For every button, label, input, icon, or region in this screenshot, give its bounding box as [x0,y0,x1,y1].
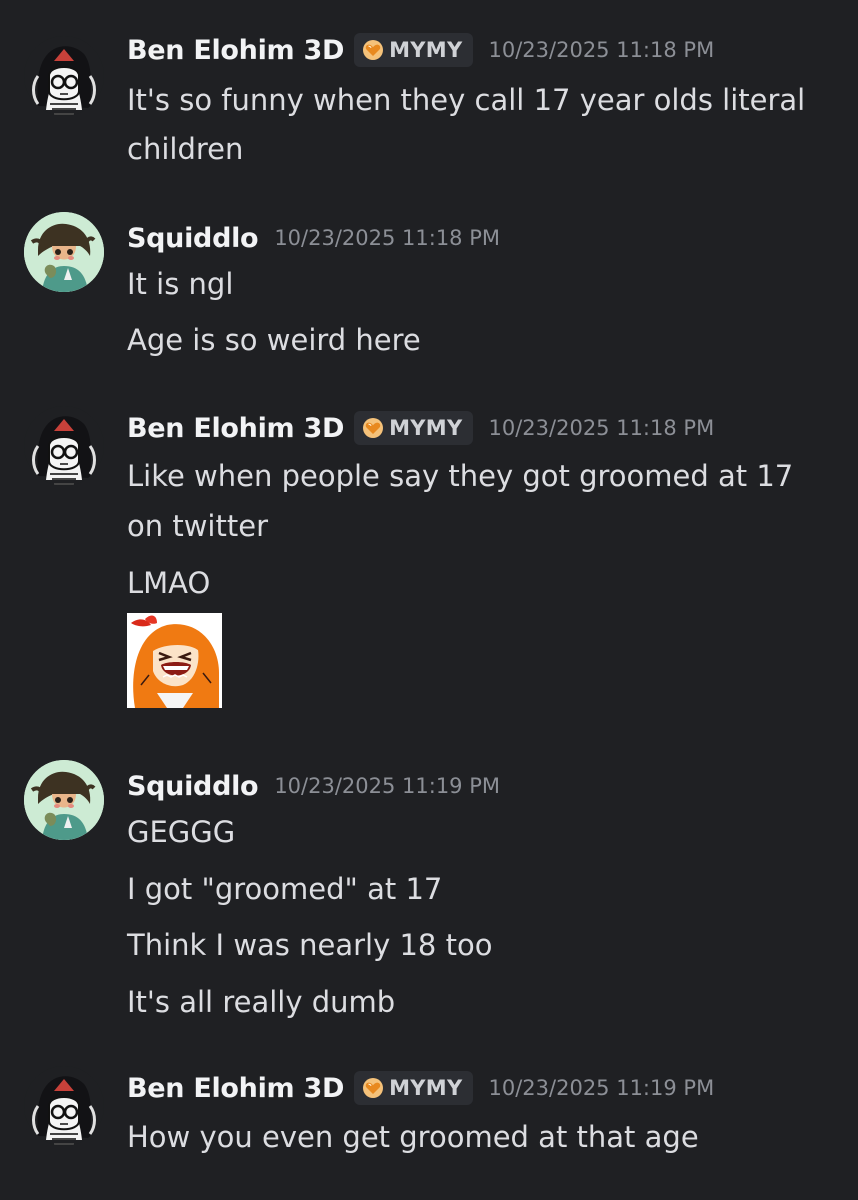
user-avatar[interactable] [24,1066,104,1146]
message-header: Ben Elohim 3D MYMY 10/23/2025 11:18 PM [127,408,714,448]
sketch-girl-avatar-icon [24,36,104,116]
server-tag[interactable]: MYMY [354,33,473,67]
message-line: LMAO [127,566,211,600]
timestamp: 10/23/2025 11:19 PM [274,774,501,798]
message-line: How you even get groomed at that age [127,1120,699,1154]
heart-badge-icon [362,417,384,439]
message-header: Squiddlo 10/23/2025 11:19 PM [127,766,500,806]
message-header: Ben Elohim 3D MYMY 10/23/2025 11:18 PM [127,30,714,70]
chat-log: Ben Elohim 3D MYMY 10/23/2025 11:18 PM I… [0,0,858,1200]
cartoon-girl-avatar-icon [24,212,104,292]
message-line: It's all really dumb [127,985,396,1019]
message-header: Squiddlo 10/23/2025 11:18 PM [127,218,500,258]
laughing-girl-sticker-icon [127,613,222,708]
server-tag-label: MYMY [389,38,463,62]
timestamp: 10/23/2025 11:18 PM [274,226,501,250]
message-line: children [127,132,244,166]
sketch-girl-avatar-icon [24,406,104,486]
message-line: Age is so weird here [127,323,421,357]
username[interactable]: Ben Elohim 3D [127,35,344,66]
server-tag-label: MYMY [389,416,463,440]
message-line: Like when people say they got groomed at… [127,459,794,493]
server-tag[interactable]: MYMY [354,1071,473,1105]
heart-badge-icon [362,39,384,61]
message-line: It is ngl [127,267,234,301]
username[interactable]: Ben Elohim 3D [127,1073,344,1104]
username[interactable]: Squiddlo [127,223,259,254]
user-avatar[interactable] [24,406,104,486]
username[interactable]: Ben Elohim 3D [127,413,344,444]
username[interactable]: Squiddlo [127,771,259,802]
message-line: on twitter [127,509,268,543]
sticker-attachment[interactable] [127,613,222,708]
user-avatar[interactable] [24,36,104,116]
message-line: GEGGG [127,815,236,849]
server-tag[interactable]: MYMY [354,411,473,445]
cartoon-girl-avatar-icon [24,760,104,840]
message-line: I got "groomed" at 17 [127,872,443,906]
sketch-girl-avatar-icon [24,1066,104,1146]
message-header: Ben Elohim 3D MYMY 10/23/2025 11:19 PM [127,1068,714,1108]
server-tag-label: MYMY [389,1076,463,1100]
user-avatar[interactable] [24,760,104,840]
timestamp: 10/23/2025 11:18 PM [488,416,715,440]
message-line: It's so funny when they call 17 year old… [127,83,806,117]
message-line: Think I was nearly 18 too [127,928,493,962]
heart-badge-icon [362,1077,384,1099]
timestamp: 10/23/2025 11:19 PM [488,1076,715,1100]
timestamp: 10/23/2025 11:18 PM [488,38,715,62]
user-avatar[interactable] [24,212,104,292]
